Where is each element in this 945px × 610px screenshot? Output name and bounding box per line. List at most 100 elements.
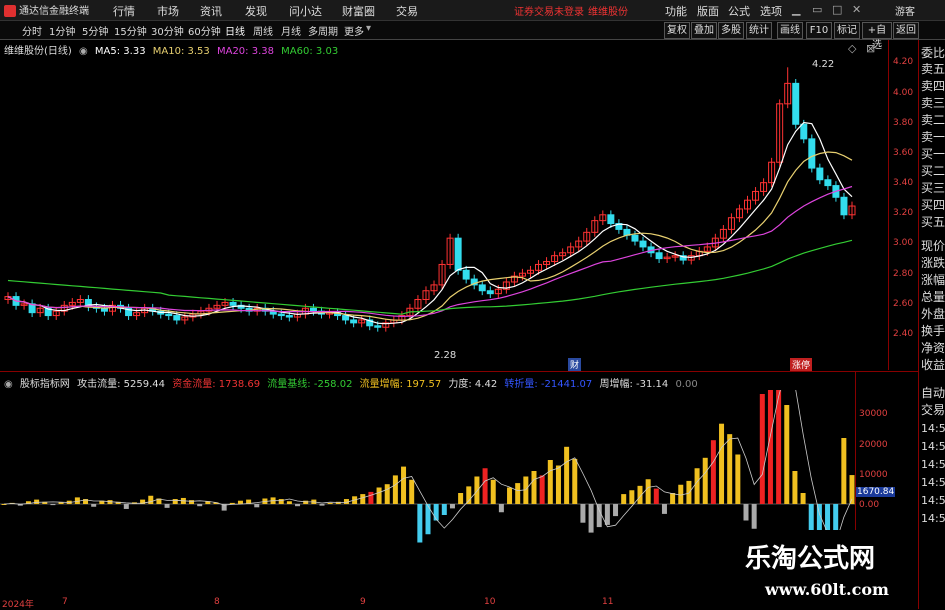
menu-shichang[interactable]: 市场 — [157, 3, 179, 19]
quote-panel: 委比 卖五 卖四 卖三 卖二 卖一 买一 买二 买三 买四 买五 现价 涨跌 涨… — [918, 40, 945, 609]
price-tick: 3.00 — [893, 238, 914, 248]
flow-base: 流量基线: -258.02 — [267, 379, 353, 390]
indicator-bar — [547, 460, 553, 504]
trade-time: 14:5 — [921, 476, 945, 489]
tf-week[interactable]: 周线 — [253, 23, 273, 38]
flow-increase: 流量增幅: 197.57 — [359, 379, 442, 390]
candle-body — [454, 237, 462, 271]
finance-marker[interactable]: 财 — [568, 358, 582, 371]
menu-caifuquan[interactable]: 财富圈 — [342, 3, 375, 19]
menu-zixun[interactable]: 资讯 — [200, 3, 222, 19]
trade-label: 交易 — [921, 403, 945, 417]
quote-label: 买二 — [921, 164, 945, 178]
indicator-bar — [661, 504, 667, 514]
menu-hangqing[interactable]: 行情 — [113, 3, 135, 19]
candle-body — [792, 82, 800, 125]
indicator-bar — [278, 499, 284, 504]
price-chart[interactable] — [0, 40, 918, 370]
restore-icon[interactable]: ▭ — [812, 3, 822, 16]
indicator-bar — [123, 504, 129, 509]
candle-body — [229, 301, 237, 306]
quote-label: 卖一 — [921, 130, 945, 144]
btn-biaoji[interactable]: 标记 — [834, 22, 860, 39]
close-icon[interactable]: ✕ — [852, 3, 861, 16]
price-tick: 2.80 — [893, 269, 914, 279]
app-logo-icon — [4, 5, 16, 17]
tf-fenshi[interactable]: 分时 — [22, 23, 42, 38]
ma10-line — [7, 151, 853, 321]
indicator-bar — [229, 502, 235, 504]
price-tick: 3.80 — [893, 118, 914, 128]
btn-tongji[interactable]: 统计 — [746, 22, 772, 39]
indicator-name[interactable]: 股标指标网 — [20, 375, 70, 390]
indicator-bar — [441, 504, 447, 515]
candle-body — [173, 315, 181, 321]
btn-f10[interactable]: F10 — [806, 22, 832, 39]
tf-multi[interactable]: 多周期 — [308, 23, 338, 38]
tf-month[interactable]: 月线 — [281, 23, 301, 38]
limit-up-marker[interactable]: 涨停 — [790, 358, 813, 371]
stock-link[interactable]: 维维股份 — [588, 3, 628, 18]
quote-label: 卖三 — [921, 96, 945, 110]
tf-5min[interactable]: 5分钟 — [82, 23, 108, 38]
btn-duogu[interactable]: 多股 — [718, 22, 744, 39]
indicator-bar — [498, 504, 504, 513]
quote-label: 卖五 — [921, 62, 945, 76]
indicator-bar — [433, 504, 439, 521]
low-price-label: 2.28 — [434, 350, 457, 361]
chevron-down-icon[interactable]: ▾ — [366, 23, 371, 34]
indicator-bar — [286, 501, 292, 504]
quote-label: 委比 — [921, 46, 945, 60]
price-tick: 3.20 — [893, 208, 914, 218]
btn-fuquan[interactable]: 复权 — [664, 22, 690, 39]
quote-label: 净资 — [921, 341, 945, 355]
sub-settings-icon[interactable]: ◉ — [4, 379, 13, 390]
btn-huaxian[interactable]: 画线 — [777, 22, 803, 39]
indicator-bar — [767, 390, 773, 504]
indicator-bar — [539, 475, 545, 504]
tf-1min[interactable]: 1分钟 — [49, 23, 75, 38]
menu-xuanxiang[interactable]: 选项 — [760, 3, 782, 19]
indicator-bar — [368, 491, 374, 504]
indicator-tick: 20000 — [859, 440, 888, 450]
indicator-bar — [629, 490, 635, 504]
indicator-bar — [237, 500, 243, 504]
indicator-bar — [670, 493, 676, 504]
menu-bar: 通达信金融终端 行情 市场 资讯 发现 问小达 财富圈 交易 证券交易未登录 维… — [0, 0, 945, 21]
menu-jiaoyi[interactable]: 交易 — [396, 3, 418, 19]
indicator-bar — [645, 479, 651, 504]
indicator-bar — [515, 483, 521, 504]
tf-15min[interactable]: 15分钟 — [114, 23, 147, 38]
candle-body — [277, 313, 285, 317]
indicator-bar — [621, 494, 627, 504]
maximize-icon[interactable]: □ — [832, 3, 842, 16]
watermark-url: www.60lt.com — [765, 580, 889, 599]
menu-faxian[interactable]: 发现 — [245, 3, 267, 19]
tf-day[interactable]: 日线 — [225, 23, 245, 38]
minimize-icon[interactable]: ▁ — [792, 3, 800, 16]
tf-60min[interactable]: 60分钟 — [188, 23, 221, 38]
candle-body — [808, 138, 816, 169]
btn-zixuan[interactable]: +自选 — [862, 22, 892, 51]
candle-body — [655, 252, 663, 260]
menu-banmian[interactable]: 版面 — [697, 3, 719, 19]
btn-diejia[interactable]: 叠加 — [691, 22, 717, 39]
indicator-bar — [401, 466, 407, 504]
candle-body — [342, 315, 350, 321]
menu-gongneng[interactable]: 功能 — [665, 3, 687, 19]
guest-label[interactable]: 游客 — [895, 3, 915, 18]
price-tick: 4.20 — [893, 57, 914, 67]
btn-fanhui[interactable]: 返回 — [893, 22, 919, 39]
menu-gongshi[interactable]: 公式 — [728, 3, 750, 19]
menu-wenxiaoda[interactable]: 问小达 — [289, 3, 322, 19]
quote-label: 买五 — [921, 215, 945, 229]
indicator-bar — [507, 487, 513, 504]
indicator-bar — [564, 446, 570, 504]
tf-more[interactable]: 更多 — [344, 23, 364, 38]
timeframe-bar: 分时 1分钟 5分钟 15分钟 30分钟 60分钟 日线 周线 月线 多周期 更… — [0, 21, 945, 51]
login-notice[interactable]: 证券交易未登录 — [514, 3, 584, 18]
ma20-line — [7, 185, 853, 318]
candle-body — [309, 307, 317, 312]
price-axis: 4.20 4.00 3.80 3.60 3.40 3.20 3.00 2.80 … — [888, 40, 919, 370]
tf-30min[interactable]: 30分钟 — [151, 23, 184, 38]
